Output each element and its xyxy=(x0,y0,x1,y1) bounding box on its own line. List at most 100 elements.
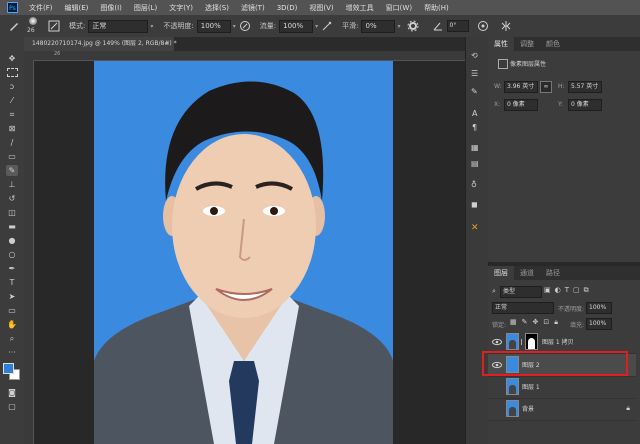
document-tab[interactable]: 1480220710174.jpg @ 149% (图层 2, RGB/8#) … xyxy=(24,37,177,51)
tab-properties[interactable]: 属性 xyxy=(488,37,514,51)
marquee-tool-icon[interactable] xyxy=(6,67,18,78)
menu-window[interactable]: 窗口(W) xyxy=(380,3,418,13)
zoom-tool-icon[interactable]: ⌕ xyxy=(6,333,18,344)
menu-view[interactable]: 视图(V) xyxy=(303,3,339,13)
dodge-tool-icon[interactable]: ○ xyxy=(6,249,18,260)
tab-color[interactable]: 颜色 xyxy=(540,37,566,51)
filter-pixel-icon[interactable]: ▣ xyxy=(544,286,551,297)
chevron-down-icon[interactable]: ▾ xyxy=(397,23,400,30)
search-icon: ⌕ xyxy=(492,287,496,295)
y-input[interactable]: 0 像素 xyxy=(568,99,602,111)
rectangle-tool-icon[interactable]: ▭ xyxy=(6,305,18,316)
layer-filter-select[interactable]: 类型 xyxy=(500,286,542,298)
link-icon[interactable]: ∞ xyxy=(540,81,552,93)
height-input[interactable]: 5.57 英寸 xyxy=(568,81,602,93)
chevron-down-icon[interactable]: ▾ xyxy=(233,23,236,30)
menu-select[interactable]: 选择(S) xyxy=(199,3,235,13)
properties-icon[interactable]: ▤ xyxy=(471,159,479,168)
adjustments-icon[interactable]: ☰ xyxy=(471,69,478,78)
history-brush-tool-icon[interactable]: ↺ xyxy=(6,193,18,204)
layer-row[interactable]: 图层 1 xyxy=(488,376,636,399)
lasso-tool-icon[interactable]: ↄ xyxy=(6,81,18,92)
clone-stamp-tool-icon[interactable]: ⊥ xyxy=(6,179,18,190)
tools-panel: ✥ ↄ ⁄ ⌗ ⊠ ∕ ▭ ✎ ⊥ ↺ ◫ ▬ ● ○ ✒ T ➤ ▭ ✋ ⌕ … xyxy=(0,37,25,444)
blur-tool-icon[interactable]: ● xyxy=(6,235,18,246)
styles-icon[interactable]: ◼ xyxy=(471,200,478,209)
pressure-opacity-icon[interactable] xyxy=(239,20,251,32)
width-input[interactable]: 3.96 英寸 xyxy=(504,81,538,93)
tab-layers[interactable]: 图层 xyxy=(488,266,514,280)
menu-layer[interactable]: 图层(L) xyxy=(128,3,163,13)
menu-type[interactable]: 文字(Y) xyxy=(163,3,199,13)
angle-icon[interactable] xyxy=(432,20,444,32)
foreground-color-swatch[interactable] xyxy=(3,363,14,374)
opacity-input[interactable]: 100% xyxy=(196,19,231,33)
hand-tool-icon[interactable]: ✋ xyxy=(6,319,18,330)
gradient-tool-icon[interactable]: ▬ xyxy=(6,221,18,232)
filter-smart-icon[interactable]: ⧉ xyxy=(584,286,589,297)
lock-transparent-icon[interactable]: ▦ xyxy=(510,318,517,327)
menu-image[interactable]: 图像(I) xyxy=(94,3,128,13)
lock-pixels-icon[interactable]: ✎ xyxy=(522,318,528,327)
crop-tool-icon[interactable]: ⌗ xyxy=(6,109,18,120)
menu-filter[interactable]: 滤镜(T) xyxy=(235,3,271,13)
airbrush-icon[interactable] xyxy=(321,20,333,32)
layer-mask-thumbnail[interactable] xyxy=(525,333,538,350)
brush-settings-icon[interactable]: ✎ xyxy=(471,87,478,96)
close-icon[interactable]: × xyxy=(165,37,170,51)
type-tool-icon[interactable]: T xyxy=(6,277,18,288)
smoothing-input[interactable]: 0% xyxy=(361,19,396,33)
tab-paths[interactable]: 路径 xyxy=(540,266,566,280)
horizontal-ruler: 26 xyxy=(24,51,465,61)
quick-mask-icon[interactable]: ◙ xyxy=(6,387,18,398)
more-tools-icon[interactable]: ··· xyxy=(6,347,18,358)
fill-input[interactable]: 100% xyxy=(586,318,612,330)
light-bulb-icon[interactable]: ♁ xyxy=(471,180,477,189)
move-tool-icon[interactable]: ✥ xyxy=(6,53,18,64)
chevron-down-icon[interactable]: ▾ xyxy=(315,23,318,30)
history-icon[interactable]: ⟲ xyxy=(471,51,478,60)
paragraph-icon[interactable]: ¶ xyxy=(472,123,477,132)
lock-artboard-icon[interactable]: ⊡ xyxy=(543,318,549,327)
swatches-icon[interactable]: ▦ xyxy=(471,143,479,152)
menu-3d[interactable]: 3D(D) xyxy=(271,4,304,12)
healing-brush-tool-icon[interactable]: ▭ xyxy=(6,151,18,162)
portrait-photo[interactable] xyxy=(94,61,393,444)
eraser-tool-icon[interactable]: ◫ xyxy=(6,207,18,218)
tab-channels[interactable]: 通道 xyxy=(514,266,540,280)
character-icon[interactable]: A xyxy=(472,109,477,118)
filter-adjustment-icon[interactable]: ◐ xyxy=(555,286,561,297)
filter-type-icon[interactable]: T xyxy=(565,286,569,297)
blend-mode-select[interactable]: 正常 xyxy=(492,302,554,314)
brush-tool-icon[interactable]: ✎ xyxy=(6,165,18,176)
brush-settings-icon[interactable] xyxy=(48,20,60,32)
frame-tool-icon[interactable]: ⊠ xyxy=(6,123,18,134)
layer-opacity-input[interactable]: 100% xyxy=(586,302,612,314)
tool-presets-icon[interactable]: ✕ xyxy=(471,223,479,233)
pen-tool-icon[interactable]: ✒ xyxy=(6,263,18,274)
tab-adjustments[interactable]: 调整 xyxy=(514,37,540,51)
path-selection-tool-icon[interactable]: ➤ xyxy=(6,291,18,302)
eyedropper-tool-icon[interactable]: ∕ xyxy=(6,137,18,148)
filter-shape-icon[interactable]: ▢ xyxy=(573,286,580,297)
menu-file[interactable]: 文件(F) xyxy=(23,3,59,13)
menu-plugins[interactable]: 增效工具 xyxy=(340,3,380,13)
menu-help[interactable]: 帮助(H) xyxy=(418,3,455,13)
brush-tool-icon[interactable] xyxy=(8,20,20,32)
flow-input[interactable]: 100% xyxy=(279,19,314,33)
symmetry-icon[interactable] xyxy=(500,20,512,32)
layer-row[interactable]: 背景 🔒︎ xyxy=(488,398,636,421)
x-input[interactable]: 0 像素 xyxy=(504,99,538,111)
lock-position-icon[interactable]: ✥ xyxy=(533,318,539,327)
mode-select[interactable]: 正常 xyxy=(88,19,149,33)
gear-icon[interactable] xyxy=(407,20,419,32)
lock-all-icon[interactable]: 🔒︎ xyxy=(554,318,558,327)
screen-mode-icon[interactable]: ▢ xyxy=(6,401,18,412)
pressure-size-icon[interactable] xyxy=(477,20,489,32)
eye-icon[interactable] xyxy=(492,337,502,347)
menu-edit[interactable]: 编辑(E) xyxy=(59,3,95,13)
angle-input[interactable]: 0° xyxy=(446,20,469,32)
brush-preset-picker[interactable]: 26 xyxy=(23,16,45,36)
photoshop-logo[interactable]: Ps xyxy=(7,2,18,13)
magic-wand-tool-icon[interactable]: ⁄ xyxy=(6,95,18,106)
